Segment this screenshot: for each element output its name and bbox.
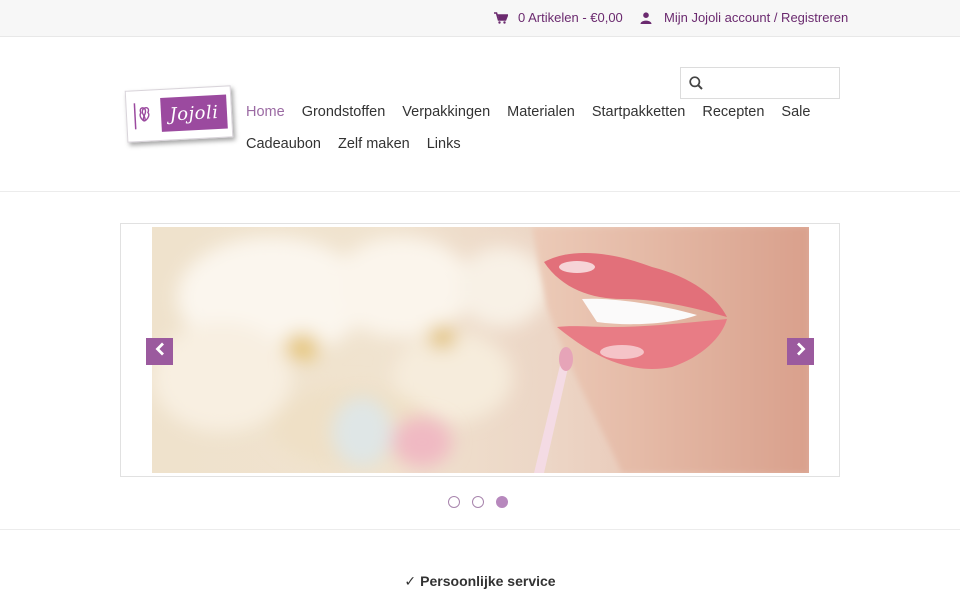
logo[interactable]: Jojoli [124, 85, 234, 143]
nav-item-zelf-maken[interactable]: Zelf maken [338, 136, 410, 152]
nav-item-links[interactable]: Links [427, 136, 461, 152]
chevron-right-icon [796, 342, 806, 361]
search-input[interactable] [711, 72, 835, 94]
check-icon: ✓ [404, 573, 417, 589]
slide-image-lipgloss[interactable] [152, 227, 809, 473]
slider-prev-button[interactable] [146, 338, 173, 365]
search-icon[interactable] [689, 76, 703, 95]
cart-summary: 0 Artikelen - €0,00 [518, 10, 623, 25]
nav-item-recepten[interactable]: Recepten [702, 104, 764, 120]
butterfly-icon [130, 98, 158, 133]
hero-slider [120, 223, 840, 477]
cart-link[interactable]: 0 Artikelen - €0,00 [494, 10, 623, 25]
slider-pagination [448, 496, 508, 508]
nav-item-startpakketten[interactable]: Startpakketten [592, 104, 686, 120]
nav-item-cadeaubon[interactable]: Cadeaubon [246, 136, 321, 152]
slider-dot-3[interactable] [496, 496, 508, 508]
account-label: Mijn Jojoli account / Registreren [664, 10, 849, 25]
slider-dot-2[interactable] [472, 496, 484, 508]
nav-item-grondstoffen[interactable]: Grondstoffen [302, 104, 386, 120]
nav-item-verpakkingen[interactable]: Verpakkingen [402, 104, 490, 120]
usp-text: Persoonlijke service [420, 573, 556, 589]
account-link[interactable]: Mijn Jojoli account / Registreren [640, 10, 848, 25]
user-icon [640, 11, 652, 24]
usp-item: ✓ Persoonlijke service [0, 573, 960, 590]
chevron-left-icon [155, 342, 165, 361]
shopping-cart-icon [494, 11, 508, 24]
slider-next-button[interactable] [787, 338, 814, 365]
top-bar: 0 Artikelen - €0,00 Mijn Jojoli account … [0, 0, 960, 37]
section-divider [0, 529, 960, 530]
search-box[interactable] [680, 67, 840, 99]
slider-dot-1[interactable] [448, 496, 460, 508]
site-header: Jojoli Home Grondstoffen Verpakkingen Ma… [0, 38, 960, 192]
nav-item-home[interactable]: Home [246, 104, 285, 120]
nav-item-sale[interactable]: Sale [781, 104, 810, 120]
logo-wordmark: Jojoli [160, 94, 228, 132]
nav-item-materialen[interactable]: Materialen [507, 104, 575, 120]
